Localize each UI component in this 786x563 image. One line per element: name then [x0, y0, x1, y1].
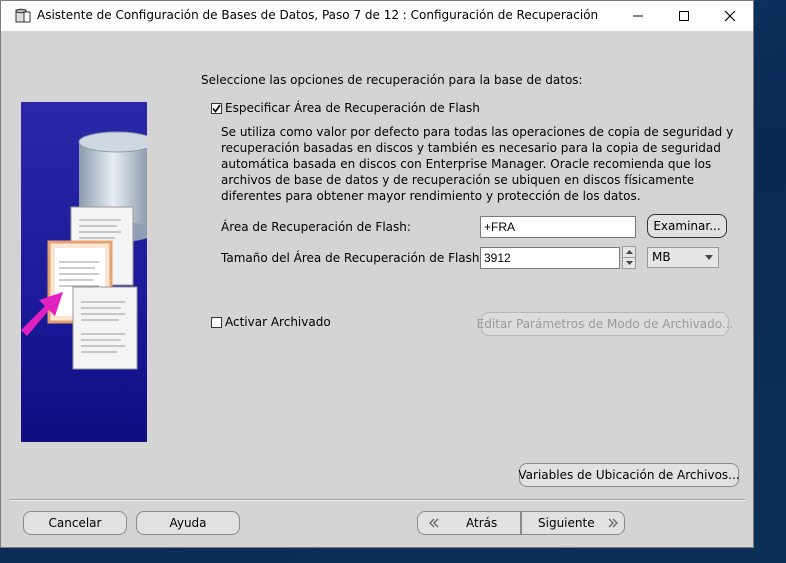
maximize-icon	[679, 11, 689, 21]
footer-separator	[9, 499, 745, 501]
flash-size-input[interactable]	[480, 247, 620, 269]
database-icon	[15, 8, 31, 27]
next-button[interactable]: Siguiente	[521, 511, 625, 535]
checkmark-icon	[212, 104, 221, 113]
archive-checkbox[interactable]	[211, 317, 222, 328]
intro-text: Seleccione las opciones de recuperación …	[201, 73, 583, 87]
help-button[interactable]: Ayuda	[136, 511, 240, 535]
file-location-variables-button[interactable]: Variables de Ubicación de Archivos...	[518, 463, 740, 487]
chevron-down-icon	[705, 255, 713, 260]
arrow-down-icon	[625, 261, 633, 265]
spin-up-button[interactable]	[622, 246, 636, 258]
flash-recovery-checkbox[interactable]	[211, 103, 222, 114]
maximize-button[interactable]	[661, 1, 707, 31]
window-title: Asistente de Configuración de Bases de D…	[37, 8, 599, 22]
close-button[interactable]	[707, 1, 753, 31]
chevron-right-icon	[608, 518, 618, 528]
flash-area-input[interactable]	[480, 216, 636, 238]
back-label: Atrás	[466, 516, 498, 530]
title-bar[interactable]: Asistente de Configuración de Bases de D…	[1, 1, 753, 31]
flash-size-label: Tamaño del Área de Recuperación de Flash…	[221, 251, 484, 265]
unit-select-value: MB	[652, 250, 671, 264]
edit-archive-params-button[interactable]: Editar Parámetros de Modo de Archivado..…	[477, 312, 733, 336]
wizard-dialog: Asistente de Configuración de Bases de D…	[0, 0, 754, 548]
flash-recovery-label[interactable]: Especificar Área de Recuperación de Flas…	[225, 101, 480, 115]
minimize-button[interactable]	[615, 1, 661, 31]
minimize-icon	[633, 15, 643, 17]
size-spinner	[622, 246, 636, 269]
archive-label[interactable]: Activar Archivado	[225, 315, 331, 329]
arrow-up-icon	[625, 250, 633, 254]
next-label: Siguiente	[538, 516, 595, 530]
spin-down-button[interactable]	[622, 258, 636, 269]
wizard-illustration	[21, 102, 147, 442]
flash-recovery-description: Se utiliza como valor por defecto para t…	[221, 125, 734, 203]
browse-button[interactable]: Examinar...	[647, 214, 727, 238]
cancel-button[interactable]: Cancelar	[23, 511, 127, 535]
chevron-left-icon	[429, 518, 439, 528]
unit-select[interactable]: MB	[647, 247, 719, 268]
close-icon	[724, 10, 736, 22]
flash-area-label: Área de Recuperación de Flash:	[221, 220, 411, 234]
back-button[interactable]: Atrás	[417, 511, 521, 535]
